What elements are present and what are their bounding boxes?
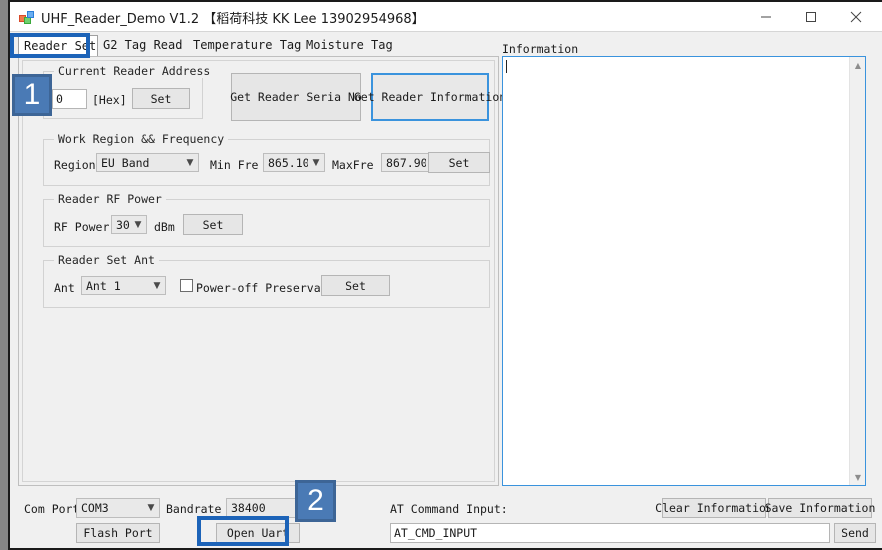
- tab-temperature-tag[interactable]: Temperature Tag: [188, 35, 306, 57]
- chevron-down-icon: ▼: [134, 219, 142, 230]
- at-command-input[interactable]: AT_CMD_INPUT: [390, 523, 830, 543]
- minimize-button[interactable]: [743, 2, 788, 31]
- min-frequency-value: 865.100M: [268, 155, 308, 170]
- region-label: Region: [54, 158, 96, 172]
- hex-label: [Hex]: [92, 93, 127, 107]
- information-textarea[interactable]: ▲ ▼: [502, 56, 866, 486]
- min-frequency-select[interactable]: 865.100M ▼: [263, 153, 325, 172]
- work-region-title: Work Region && Frequency: [54, 132, 229, 146]
- rf-power-title: Reader RF Power: [54, 192, 166, 206]
- ant-value: Ant 1: [86, 278, 121, 293]
- max-fre-label: MaxFre: [332, 158, 374, 172]
- rf-power-value: 30: [116, 217, 130, 232]
- maximize-button[interactable]: [788, 2, 833, 31]
- tab-strip: Reader Set G2 Tag Read Temperature Tag M…: [18, 35, 874, 57]
- work-region-group: Work Region && Frequency Region EU Band …: [43, 132, 490, 186]
- com-port-label: Com Port: [24, 502, 80, 516]
- set-rf-power-button[interactable]: Set: [183, 214, 243, 235]
- power-off-preservation-checkbox[interactable]: [180, 279, 193, 292]
- text-caret: [506, 60, 507, 73]
- send-button[interactable]: Send: [834, 523, 876, 543]
- clear-information-button[interactable]: Clear Information: [655, 498, 773, 518]
- annotation-badge-1: 1: [12, 74, 52, 116]
- close-button[interactable]: [833, 2, 878, 31]
- app-root: UHF_Reader_Demo V1.2 【稻荷科技 KK Lee 139029…: [0, 0, 882, 550]
- tab-g2-tag-read[interactable]: G2 Tag Read: [98, 35, 187, 57]
- application-window: UHF_Reader_Demo V1.2 【稻荷科技 KK Lee 139029…: [8, 0, 882, 550]
- at-command-label: AT Command Input:: [390, 502, 508, 516]
- rf-power-select[interactable]: 30 ▼: [111, 215, 147, 234]
- information-scrollbar[interactable]: ▲ ▼: [849, 57, 865, 485]
- scroll-down-icon[interactable]: ▼: [850, 469, 866, 485]
- information-label: Information: [502, 42, 579, 56]
- annotation-box-open-uart: [197, 516, 289, 546]
- dbm-label: dBm: [154, 220, 175, 234]
- tab-moisture-tag[interactable]: Moisture Tag: [301, 35, 398, 57]
- app-logo-icon: [19, 11, 34, 24]
- rf-power-group: Reader RF Power RF Power 30 ▼ dBm Set: [43, 192, 490, 247]
- max-frequency-value: 867.900M: [386, 155, 426, 170]
- set-frequency-button[interactable]: Set: [428, 152, 490, 173]
- min-fre-label: Min Fre: [210, 158, 259, 172]
- com-port-value: COM3: [81, 501, 109, 515]
- chevron-down-icon: ▼: [312, 157, 320, 168]
- rf-power-label: RF Power: [54, 220, 110, 234]
- bandrate-value: 38400: [231, 501, 266, 515]
- ant-select[interactable]: Ant 1 ▼: [81, 276, 166, 295]
- ant-label: Ant: [54, 281, 75, 295]
- get-reader-serial-no-button[interactable]: Get Reader Seria No: [230, 73, 362, 121]
- com-port-select[interactable]: COM3 ▼: [76, 498, 160, 518]
- chevron-down-icon: ▼: [147, 503, 155, 513]
- window-title: UHF_Reader_Demo V1.2 【稻荷科技 KK Lee 139029…: [41, 12, 425, 27]
- chevron-down-icon: ▼: [186, 157, 194, 168]
- flash-port-button[interactable]: Flash Port: [76, 523, 160, 543]
- scroll-up-icon[interactable]: ▲: [850, 57, 866, 73]
- annotation-badge-2: 2: [295, 480, 336, 522]
- annotation-box-reader-set-tab: [10, 33, 90, 58]
- current-reader-address-title: Current Reader Address: [54, 64, 215, 78]
- reader-set-panel-inner: Current Reader Address 0 [Hex] Set Get R…: [22, 60, 506, 482]
- region-select[interactable]: EU Band ▼: [96, 153, 199, 172]
- reader-set-ant-title: Reader Set Ant: [54, 253, 159, 267]
- current-reader-address-group: Current Reader Address 0 [Hex] Set: [43, 64, 215, 119]
- set-ant-button[interactable]: Set: [321, 275, 390, 296]
- title-bar: UHF_Reader_Demo V1.2 【稻荷科技 KK Lee 139029…: [10, 2, 882, 32]
- save-information-button[interactable]: Save Information: [765, 498, 875, 518]
- reader-address-input[interactable]: 0: [52, 89, 87, 109]
- bandrate-label: Bandrate: [166, 502, 222, 516]
- region-value: EU Band: [101, 155, 150, 170]
- reader-set-ant-group: Reader Set Ant Ant Ant 1 ▼ Power-off Pre…: [43, 253, 490, 308]
- reader-set-panel: Current Reader Address 0 [Hex] Set Get R…: [18, 56, 506, 486]
- set-address-button[interactable]: Set: [132, 88, 190, 109]
- chevron-down-icon: ▼: [153, 280, 161, 291]
- get-reader-information-button[interactable]: Get Reader Information: [354, 73, 506, 121]
